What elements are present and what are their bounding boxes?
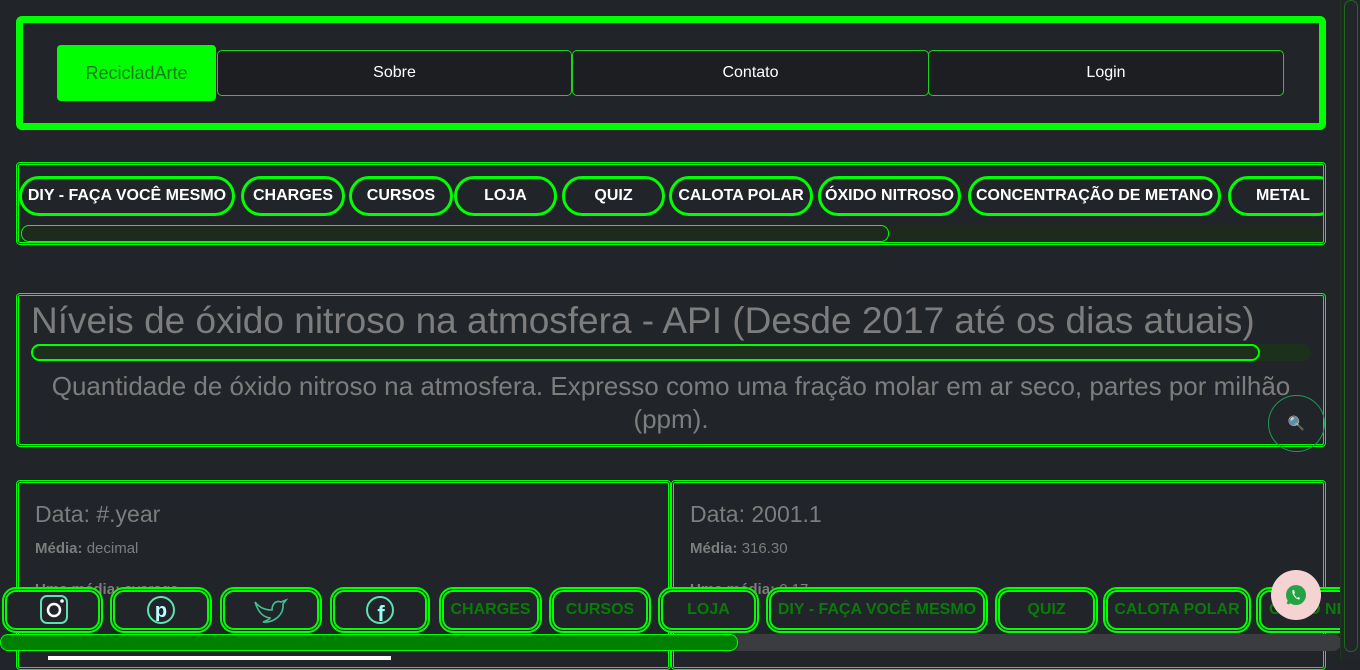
category-metano[interactable]: CONCENTRAÇÃO DE METANO (968, 176, 1221, 216)
nav-contato[interactable]: Contato (572, 50, 929, 96)
category-scrollbar[interactable] (21, 225, 1323, 242)
category-charges[interactable]: CHARGES (241, 176, 345, 216)
scrollbar-thumb[interactable] (1344, 0, 1358, 652)
pinterest-icon[interactable]: p (110, 587, 212, 633)
media-label: Média: (35, 540, 83, 557)
whatsapp-button[interactable] (1271, 570, 1321, 620)
category-oxido-nitroso[interactable]: ÓXIDO NITROSO (818, 176, 961, 216)
bottom-strip (48, 656, 391, 660)
twitter-icon[interactable] (220, 587, 322, 633)
card-date: Data: #.year (35, 501, 161, 527)
bottom-link-diy[interactable]: DIY - FAÇA VOCÊ MESMO (766, 587, 988, 633)
brand-logo[interactable]: RecicladArte (57, 45, 216, 101)
scrollbar-thumb[interactable] (0, 634, 738, 651)
category-bar: DIY - FAÇA VOCÊ MESMO CHARGES CURSOS LOJ… (16, 162, 1326, 245)
bottom-nav: p f CHARGES CURSOS LOJA DIY - FAÇA VOCÊ … (0, 585, 1342, 660)
category-cursos[interactable]: CURSOS (349, 176, 453, 216)
media-value: 316.30 (741, 540, 788, 557)
instagram-icon[interactable] (2, 587, 103, 633)
category-diy[interactable]: DIY - FAÇA VOCÊ MESMO (19, 176, 235, 216)
card-date: Data: 2001.1 (690, 501, 822, 527)
bottom-link-charges[interactable]: CHARGES (439, 587, 542, 633)
bottom-nav-scrollbar[interactable] (0, 634, 1341, 651)
media-value: decimal (86, 540, 139, 557)
category-calota-polar[interactable]: CALOTA POLAR (669, 176, 813, 216)
title-progress-bar (31, 344, 1311, 361)
card-media: Média: 316.30 (690, 540, 1307, 557)
category-loja[interactable]: LOJA (454, 176, 557, 216)
svg-text:f: f (377, 601, 385, 625)
bottom-link-cursos[interactable]: CURSOS (549, 587, 651, 633)
media-label: Média: (690, 540, 738, 557)
card-media: Média: decimal (35, 540, 652, 557)
bottom-link-quiz[interactable]: QUIZ (995, 587, 1098, 633)
bottom-link-loja[interactable]: LOJA (658, 587, 759, 633)
nav-sobre[interactable]: Sobre (217, 50, 572, 96)
svg-text:p: p (155, 600, 167, 622)
nav-login[interactable]: Login (928, 50, 1284, 96)
scrollbar-thumb[interactable] (21, 225, 889, 242)
whatsapp-icon (1286, 585, 1306, 605)
category-quiz[interactable]: QUIZ (562, 176, 665, 216)
category-metal[interactable]: METAL (1228, 176, 1323, 216)
facebook-icon[interactable]: f (330, 587, 430, 633)
progress-fill (31, 344, 1260, 361)
magnifier-icon[interactable]: 🔍 (1268, 395, 1325, 452)
bottom-link-calota-polar[interactable]: CALOTA POLAR (1103, 587, 1251, 633)
page-title: Níveis de óxido nitroso na atmosfera - A… (31, 300, 1255, 341)
page-scrollbar[interactable] (1340, 0, 1360, 660)
page-title-box: Níveis de óxido nitroso na atmosfera - A… (16, 293, 1326, 447)
page-subtitle: Quantidade de óxido nitroso na atmosfera… (51, 371, 1291, 434)
site-header: RecicladArte Sobre Contato Login (16, 16, 1326, 130)
